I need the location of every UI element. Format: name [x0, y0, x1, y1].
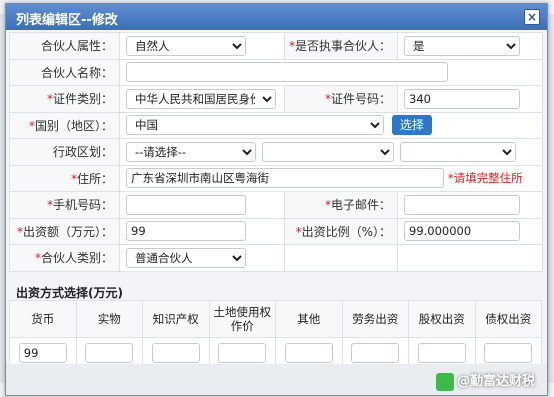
- address-label: *住所：: [9, 164, 120, 192]
- email-label: *电子邮件：: [284, 191, 398, 219]
- partner-type-select[interactable]: 普通合伙人: [126, 247, 246, 268]
- empty-cell: [397, 244, 543, 272]
- column-header-labor: 劳务出资: [341, 300, 409, 338]
- column-header-land-use: 土地使用权作价: [208, 300, 276, 338]
- labor-input[interactable]: [351, 343, 400, 363]
- watermark: @勤富达财税: [435, 370, 535, 391]
- empty-cell: [284, 244, 398, 272]
- column-header-other: 其他: [275, 300, 343, 338]
- partner-type-label: *合伙人类别：: [9, 244, 120, 272]
- contribution-section-title: 出资方式选择(万元): [16, 286, 123, 300]
- capital-label: *出资额（万元）：: [9, 217, 120, 245]
- dialog-titlebar[interactable]: 列表编辑区--修改 ×: [6, 4, 547, 30]
- phone-label: *手机号码：: [9, 191, 120, 219]
- edit-dialog: 列表编辑区--修改 × 合伙人属性： 自然人 *是否执事合伙人： 是 合伙人名称…: [5, 3, 548, 396]
- address-input[interactable]: [126, 168, 444, 189]
- column-header-currency: 货币: [9, 300, 77, 338]
- partner-attribute-label: 合伙人属性：: [9, 32, 120, 60]
- country-label: *国别（地区）：: [9, 111, 120, 139]
- partner-form: 合伙人属性： 自然人 *是否执事合伙人： 是 合伙人名称： *证件类别： 中华人…: [9, 32, 543, 272]
- dialog-footer: @勤富达财税: [6, 364, 547, 395]
- id-type-select[interactable]: 中华人民共和国居民身份: [126, 88, 276, 109]
- district-province-select[interactable]: --请选择--: [126, 141, 256, 162]
- contribution-table: 货币 实物 知识产权 土地使用权作价 其他 劳务出资 股权出资 债权出资: [9, 300, 542, 369]
- debt-input[interactable]: [484, 343, 533, 363]
- id-type-label: *证件类别：: [9, 85, 120, 113]
- ip-input[interactable]: [151, 343, 200, 363]
- column-header-equity: 股权出资: [408, 300, 476, 338]
- district-city-select[interactable]: [261, 141, 394, 162]
- phone-input[interactable]: [126, 194, 246, 215]
- district-county-select[interactable]: [399, 141, 516, 162]
- partner-name-label: 合伙人名称：: [9, 58, 120, 86]
- executive-partner-label: *是否执事合伙人：: [284, 32, 398, 60]
- currency-input[interactable]: [18, 343, 67, 363]
- executive-partner-select[interactable]: 是: [404, 35, 520, 56]
- ratio-label: *出资比例（%）：: [284, 217, 398, 245]
- country-select[interactable]: 中国: [126, 115, 384, 136]
- equity-input[interactable]: [417, 343, 466, 363]
- dialog-title: 列表编辑区--修改: [16, 13, 118, 28]
- column-header-physical: 实物: [75, 300, 143, 338]
- ratio-input[interactable]: [404, 221, 520, 242]
- capital-input[interactable]: [126, 221, 246, 242]
- column-header-ip: 知识产权: [142, 300, 210, 338]
- email-input[interactable]: [404, 194, 520, 215]
- partner-attribute-select[interactable]: 自然人: [126, 35, 246, 56]
- address-hint: *请填完整住所: [447, 171, 523, 186]
- land-use-input[interactable]: [218, 343, 267, 363]
- id-number-label: *证件号码：: [284, 85, 398, 113]
- district-label: 行政区划：: [9, 138, 120, 166]
- partner-name-input[interactable]: [126, 62, 448, 83]
- wechat-logo-icon: [435, 372, 454, 391]
- other-input[interactable]: [284, 343, 333, 363]
- physical-input[interactable]: [85, 343, 134, 363]
- close-icon[interactable]: ×: [524, 9, 540, 25]
- id-number-input[interactable]: [404, 88, 520, 109]
- column-header-debt: 债权出资: [474, 300, 542, 338]
- country-select-button[interactable]: 选择: [391, 115, 432, 136]
